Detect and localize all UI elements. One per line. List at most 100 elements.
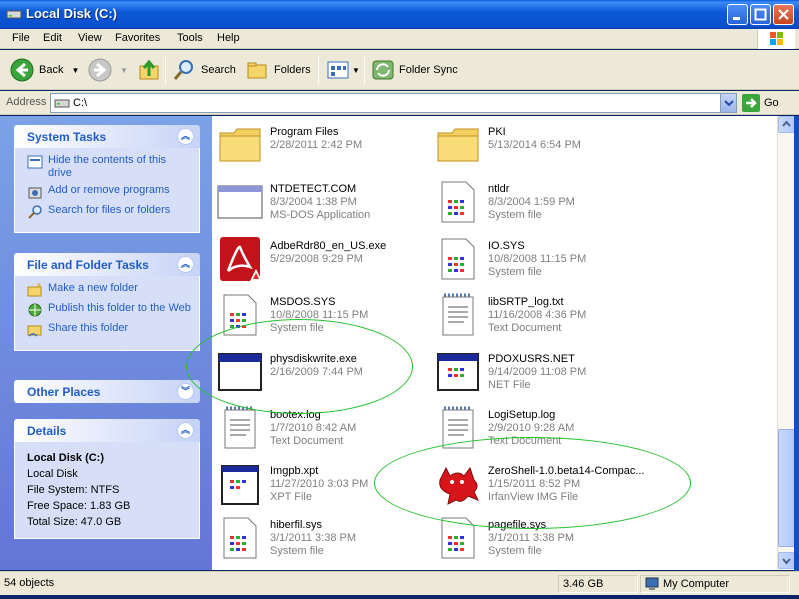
details-name: Local Disk (C:) bbox=[27, 452, 105, 464]
system-file-icon bbox=[216, 514, 264, 562]
file-type: System file bbox=[488, 209, 542, 221]
system-tasks-panel: System Tasks ︽ Hide the contents of this… bbox=[14, 125, 200, 233]
forward-button[interactable]: ▼ bbox=[88, 50, 128, 90]
file-item[interactable]: Program Files 2/28/2011 2:42 PM bbox=[216, 121, 362, 177]
file-item[interactable]: physdiskwrite.exe 2/16/2009 7:44 PM bbox=[216, 348, 363, 404]
address-input[interactable]: C:\ bbox=[50, 93, 737, 113]
file-date: 11/16/2008 4:36 PM bbox=[488, 309, 587, 321]
forward-arrow-icon bbox=[88, 58, 112, 82]
share-folder-link[interactable]: Share this folder bbox=[27, 322, 191, 338]
menu-view[interactable]: View bbox=[78, 32, 102, 44]
file-date: 8/3/2004 1:59 PM bbox=[488, 196, 575, 208]
publish-to-web-link[interactable]: Publish this folder to the Web bbox=[27, 302, 191, 318]
file-item[interactable]: NTDETECT.COM 8/3/2004 1:38 PM MS-DOS Appli… bbox=[216, 178, 370, 234]
back-button[interactable]: Back ▼ bbox=[10, 50, 79, 90]
file-name: AdbeRdr80_en_US.exe bbox=[270, 240, 387, 252]
file-type: System file bbox=[270, 545, 324, 557]
drive-icon bbox=[54, 99, 70, 108]
status-zone-cell: My Computer bbox=[640, 575, 790, 593]
go-button[interactable]: Go bbox=[742, 93, 779, 113]
menu-tools[interactable]: Tools bbox=[177, 32, 203, 44]
menu-favorites[interactable]: Favorites bbox=[115, 32, 160, 44]
expand-icon[interactable]: ︾ bbox=[177, 383, 194, 400]
address-label: Address bbox=[6, 96, 47, 108]
file-folder-tasks-header[interactable]: File and Folder Tasks ︽ bbox=[14, 253, 200, 276]
file-folder-tasks-title: File and Folder Tasks bbox=[27, 258, 149, 272]
search-files-link[interactable]: Search for files or folders bbox=[27, 204, 191, 220]
file-type: MS-DOS Application bbox=[270, 209, 371, 221]
file-item[interactable]: hiberfil.sys 3/1/2011 3:38 PM System file bbox=[216, 514, 356, 570]
folders-button[interactable]: Folders bbox=[245, 50, 311, 90]
collapse-icon[interactable]: ︽ bbox=[177, 256, 194, 273]
search-label: Search bbox=[201, 64, 236, 76]
file-list: Program Files 2/28/2011 2:42 PM PKI 5/13/20… bbox=[212, 116, 777, 570]
file-item[interactable]: bootex.log 1/7/2010 8:42 AM Text Document bbox=[216, 404, 356, 460]
views-dropdown-icon[interactable]: ▼ bbox=[352, 66, 360, 75]
hide-drive-contents-link[interactable]: Hide the contents of this drive bbox=[27, 154, 191, 180]
collapse-icon[interactable]: ︽ bbox=[177, 422, 194, 439]
text-document-icon bbox=[434, 291, 482, 339]
maximize-button[interactable] bbox=[750, 4, 771, 25]
system-file-icon bbox=[216, 291, 264, 339]
back-dropdown-icon[interactable]: ▼ bbox=[71, 66, 79, 75]
file-item[interactable]: ntldr 8/3/2004 1:59 PM System file bbox=[434, 178, 575, 234]
folder-icon bbox=[216, 121, 264, 169]
collapse-icon[interactable]: ︽ bbox=[177, 128, 194, 145]
search-icon bbox=[28, 205, 42, 219]
details-type: Local Disk bbox=[27, 468, 78, 480]
menu-help[interactable]: Help bbox=[217, 32, 240, 44]
new-folder-icon bbox=[27, 283, 42, 297]
folder-icon bbox=[434, 121, 482, 169]
file-date: 3/1/2011 3:38 PM bbox=[488, 532, 575, 544]
file-type: IrfanView IMG File bbox=[488, 491, 579, 503]
minimize-button[interactable] bbox=[727, 4, 748, 25]
scroll-down-button[interactable] bbox=[778, 552, 795, 569]
system-tasks-header[interactable]: System Tasks ︽ bbox=[14, 125, 200, 148]
address-dropdown-button[interactable] bbox=[720, 94, 736, 112]
details-header[interactable]: Details ︽ bbox=[14, 419, 200, 442]
file-item[interactable]: PDOXUSRS.NET 9/14/2009 11:08 PM NET File bbox=[434, 348, 586, 404]
other-places-title: Other Places bbox=[27, 385, 101, 399]
file-date: 8/3/2004 1:38 PM bbox=[270, 196, 357, 208]
file-item[interactable]: LogiSetup.log 2/9/2010 9:28 AM Text Docume… bbox=[434, 404, 574, 460]
file-name: libSRTP_log.txt bbox=[488, 296, 564, 308]
file-type: XPT File bbox=[270, 491, 312, 503]
file-item[interactable]: PKI 5/13/2014 6:54 PM bbox=[434, 121, 581, 177]
text-document-icon bbox=[434, 404, 482, 452]
text-document-icon bbox=[216, 404, 264, 452]
scroll-thumb[interactable] bbox=[778, 429, 795, 547]
folder-sync-button[interactable]: Folder Sync bbox=[371, 50, 458, 90]
file-item[interactable]: Imgpb.xpt 11/27/2010 3:03 PM XPT File bbox=[216, 460, 368, 516]
make-new-folder-link[interactable]: Make a new folder bbox=[27, 282, 191, 298]
views-button[interactable]: ▼ bbox=[326, 50, 360, 90]
forward-dropdown-icon[interactable]: ▼ bbox=[120, 66, 128, 75]
file-item[interactable]: MSDOS.SYS 10/8/2008 11:15 PM System file bbox=[216, 291, 368, 347]
file-item[interactable]: pagefile.sys 3/1/2011 3:38 PM System file bbox=[434, 514, 574, 570]
up-folder-button[interactable] bbox=[138, 50, 160, 90]
chevron-down-icon bbox=[724, 100, 734, 107]
close-button[interactable] bbox=[773, 4, 794, 25]
irfanview-cat-icon bbox=[434, 460, 482, 508]
file-item[interactable]: IO.SYS 10/8/2008 11:15 PM System file bbox=[434, 235, 586, 291]
file-date: 2/28/2011 2:42 PM bbox=[270, 139, 363, 151]
file-item[interactable]: AdbeRdr80_en_US.exe 5/29/2008 9:29 PM bbox=[216, 235, 386, 291]
file-type: Text Document bbox=[270, 435, 344, 447]
search-button[interactable]: Search bbox=[172, 50, 236, 90]
file-item[interactable]: ZeroShell-1.0.beta14-Compac... 1/15/2011 … bbox=[434, 460, 645, 516]
maximize-icon bbox=[754, 8, 767, 21]
file-type: System file bbox=[488, 266, 542, 278]
file-date: 5/29/2008 9:29 PM bbox=[270, 253, 363, 265]
file-name: pagefile.sys bbox=[488, 519, 547, 531]
vertical-scrollbar[interactable] bbox=[777, 116, 795, 570]
go-label: Go bbox=[764, 97, 779, 109]
file-item[interactable]: libSRTP_log.txt 11/16/2008 4:36 PM Text Do… bbox=[434, 291, 586, 347]
system-tasks-title: System Tasks bbox=[27, 130, 107, 144]
file-date: 5/13/2014 6:54 PM bbox=[488, 139, 581, 151]
add-remove-programs-link[interactable]: Add or remove programs bbox=[27, 184, 191, 200]
menu-bar: File Edit View Favorites Tools Help bbox=[0, 29, 799, 49]
other-places-header[interactable]: Other Places ︾ bbox=[14, 380, 200, 403]
file-date: 1/15/2011 8:52 PM bbox=[488, 478, 581, 490]
menu-edit[interactable]: Edit bbox=[43, 32, 62, 44]
menu-file[interactable]: File bbox=[12, 32, 30, 44]
scroll-up-button[interactable] bbox=[778, 116, 795, 133]
